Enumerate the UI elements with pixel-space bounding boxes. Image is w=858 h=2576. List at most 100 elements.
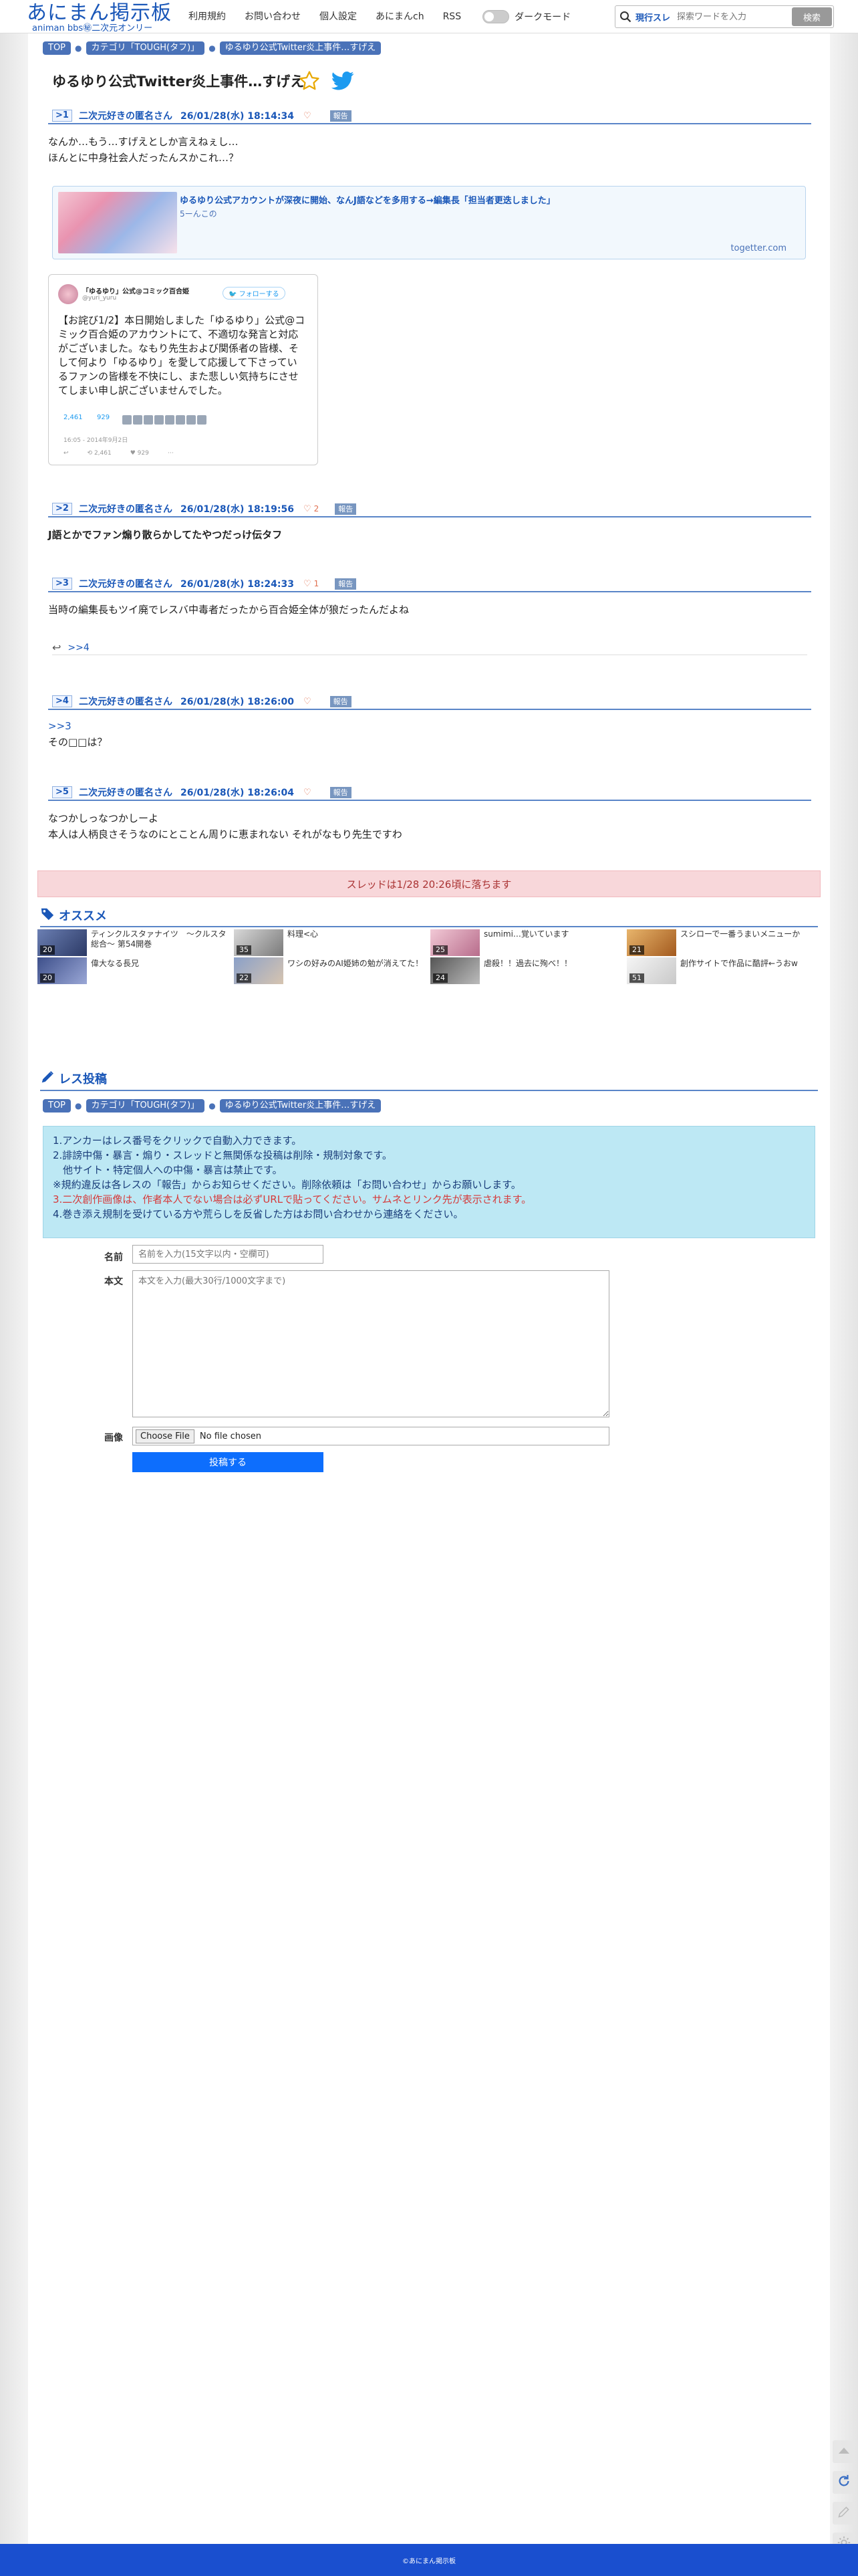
link-title[interactable]: ゆるゆり公式アカウントが深夜に開始、なんJ語などを多用する→編集長「担当者更迭し…: [180, 193, 555, 206]
recommend-title[interactable]: 料理<心: [287, 929, 425, 939]
like-heart-icon[interactable]: ♡: [303, 504, 311, 514]
embedded-tweet[interactable]: 「ゆるゆり」公式@コミック百合姫 @yuri_yuru 🐦 フォローする 【お詫…: [48, 274, 318, 465]
recommend-title[interactable]: ティンクルスタァナイツ 〜クルスタ総合〜 第54開巻: [91, 929, 229, 949]
recommend-title[interactable]: sumimi…覚いています: [484, 929, 621, 939]
post-line: なつかしっなつかしーよ: [48, 812, 159, 824]
tweet-follow-button[interactable]: 🐦 フォローする: [223, 287, 285, 300]
res-number[interactable]: >4: [52, 695, 72, 707]
search-input[interactable]: [676, 11, 776, 23]
submit-post-button[interactable]: 投稿する: [132, 1452, 323, 1472]
avatar: [122, 415, 132, 425]
res-author: 二次元好きの匿名さん: [78, 111, 172, 122]
tweet-text: 【お詫び1/2】本日開始しました「ゆるゆり」公式@コミック百合姫のアカウントにて…: [58, 314, 305, 396]
darkmode-switch[interactable]: ダークモード: [482, 9, 571, 24]
reply-anchor-link[interactable]: >>4: [67, 642, 89, 653]
recommend-title[interactable]: ワシの好みのAI姫姉の勉が消えてた！: [287, 959, 425, 969]
like-heart-icon[interactable]: ♡: [303, 111, 311, 121]
report-button[interactable]: 報告: [335, 578, 357, 590]
recommend-item[interactable]: 20 20 ティンクルスタァナイツ 〜クルスタ総合〜 第54開巻 偉大なる長兄: [37, 929, 231, 984]
avatar: [133, 415, 142, 425]
like-count: 2: [313, 504, 319, 513]
recommend-title[interactable]: 虐殺！！過去に殉べ！！: [484, 959, 621, 969]
recommend-title[interactable]: 創作サイトで作品に酷評←うおw: [680, 959, 818, 969]
darkmode-toggle[interactable]: [482, 10, 510, 23]
search-button[interactable]: 検索: [792, 7, 832, 26]
res-number[interactable]: >2: [52, 503, 72, 515]
res-number[interactable]: >1: [52, 110, 72, 122]
res-date: 26/01/28(水) 18:14:34: [180, 111, 294, 122]
tweet-reply-icon[interactable]: ↩: [63, 450, 69, 457]
recommend-thumbnail: 21 51: [627, 929, 676, 984]
nav-rss[interactable]: RSS: [434, 9, 471, 24]
report-button[interactable]: 報告: [329, 695, 351, 707]
nav-terms[interactable]: 利用規約: [179, 9, 235, 24]
nav-contact[interactable]: お問い合わせ: [235, 9, 310, 24]
link-preview-card[interactable]: ゆるゆり公式アカウントが深夜に開始、なんJ語などを多用する→編集長「担当者更迭し…: [52, 186, 806, 259]
tweet-more-icon[interactable]: ⋯: [168, 450, 174, 457]
breadcrumb-category[interactable]: カテゴリ「TOUGH(タフ)」: [86, 1099, 205, 1113]
recommend-thumbnail: 25 24: [430, 929, 480, 984]
favorite-star-icon[interactable]: [298, 70, 321, 95]
pencil-icon: [837, 2505, 851, 2521]
comment-count-badge: 24: [433, 973, 448, 983]
breadcrumb-thread[interactable]: ゆるゆり公式Twitter炎上事件…すげえ: [219, 41, 382, 55]
rule-line: ※規約違反は各レスの「報告」からお知らせください。削除依頼は「お問い合わせ」から…: [53, 1179, 521, 1191]
nav-settings[interactable]: 個人設定: [310, 9, 366, 24]
post-line: なんか…もう…すげえとしか言えねぇし…: [48, 136, 239, 148]
image-file-input[interactable]: Choose File No file chosen: [132, 1427, 609, 1445]
post-anchor-link[interactable]: >>3: [48, 718, 811, 734]
thumb-image: 20: [37, 957, 87, 984]
comment-count-badge: 51: [629, 973, 644, 983]
thumb-image: 20: [37, 929, 87, 956]
thread-title: ゆるゆり公式Twitter炎上事件…すげえ: [52, 74, 305, 90]
report-button[interactable]: 報告: [329, 786, 351, 798]
res-number[interactable]: >5: [52, 786, 72, 798]
recommend-item[interactable]: 35 22 料理<心 ワシの好みのAI姫姉の勉が消えてた！: [234, 929, 428, 984]
report-button[interactable]: 報告: [335, 503, 357, 515]
name-input[interactable]: [132, 1245, 323, 1264]
avatar: [186, 415, 196, 425]
recommend-thumbnail: 35 22: [234, 929, 283, 984]
nav-animanch[interactable]: あにまんch: [366, 9, 434, 24]
comment-count-badge: 35: [237, 945, 251, 955]
breadcrumb-thread[interactable]: ゆるゆり公式Twitter炎上事件…すげえ: [219, 1099, 382, 1113]
like-heart-icon[interactable]: ♡: [303, 697, 311, 707]
scroll-top-button[interactable]: [833, 2440, 855, 2463]
res-number[interactable]: >3: [52, 578, 72, 590]
post-header: >1 二次元好きの匿名さん 26/01/28(水) 18:14:34 ♡ 報告: [48, 108, 811, 124]
report-button[interactable]: 報告: [329, 110, 351, 122]
recommend-title[interactable]: スシローで一番うまいメニューか: [680, 929, 818, 939]
breadcrumb-category[interactable]: カテゴリ「TOUGH(タフ)」: [86, 41, 205, 55]
recommend-grid: 20 20 ティンクルスタァナイツ 〜クルスタ総合〜 第54開巻 偉大なる長兄 …: [37, 929, 821, 984]
twitter-share-icon[interactable]: [331, 71, 354, 94]
logo-title: あにまん掲示板: [27, 1, 172, 25]
avatar: [154, 415, 164, 425]
tweet-favorite-count: 929: [97, 414, 110, 421]
write-button[interactable]: [833, 2502, 855, 2525]
reload-icon: [837, 2474, 851, 2491]
like-heart-icon[interactable]: ♡: [303, 579, 311, 589]
site-logo[interactable]: あにまん掲示板 animan bbs㊙二次元オンリー: [27, 3, 172, 33]
breadcrumb-top[interactable]: TOP: [43, 1099, 72, 1113]
reload-button[interactable]: [833, 2471, 855, 2494]
tweet-retweet-icon[interactable]: ⟲ 2,461: [88, 450, 112, 457]
osusume-heading: オススメ: [40, 907, 107, 924]
thumb-image: 22: [234, 957, 283, 984]
arrow-up-icon: [837, 2446, 851, 2458]
link-count: 5ーんこの: [180, 209, 217, 219]
osusume-divider: [40, 926, 818, 927]
comment-count-badge: 20: [40, 973, 55, 983]
recommend-title[interactable]: 偉大なる長兄: [91, 959, 229, 969]
recommend-item[interactable]: 25 24 sumimi…覚いています 虐殺！！過去に殉べ！！: [430, 929, 624, 984]
body-textarea[interactable]: [132, 1270, 609, 1417]
breadcrumb-bottom: TOP ● カテゴリ「TOUGH(タフ)」 ● ゆるゆり公式Twitter炎上事…: [43, 1099, 382, 1113]
search-scope-select[interactable]: 現行スレ: [635, 11, 670, 23]
breadcrumb-top[interactable]: TOP: [43, 41, 72, 55]
tweet-like-icon[interactable]: ♥ 929: [130, 450, 149, 457]
avatar: [176, 415, 185, 425]
choose-file-button[interactable]: Choose File: [136, 1429, 194, 1443]
post-line: その□□は？: [48, 736, 108, 748]
recommend-item[interactable]: 21 51 スシローで一番うまいメニューか 創作サイトで作品に酷評←うおw: [627, 929, 821, 984]
like-heart-icon[interactable]: ♡: [303, 788, 311, 798]
like-count: 1: [313, 579, 319, 588]
